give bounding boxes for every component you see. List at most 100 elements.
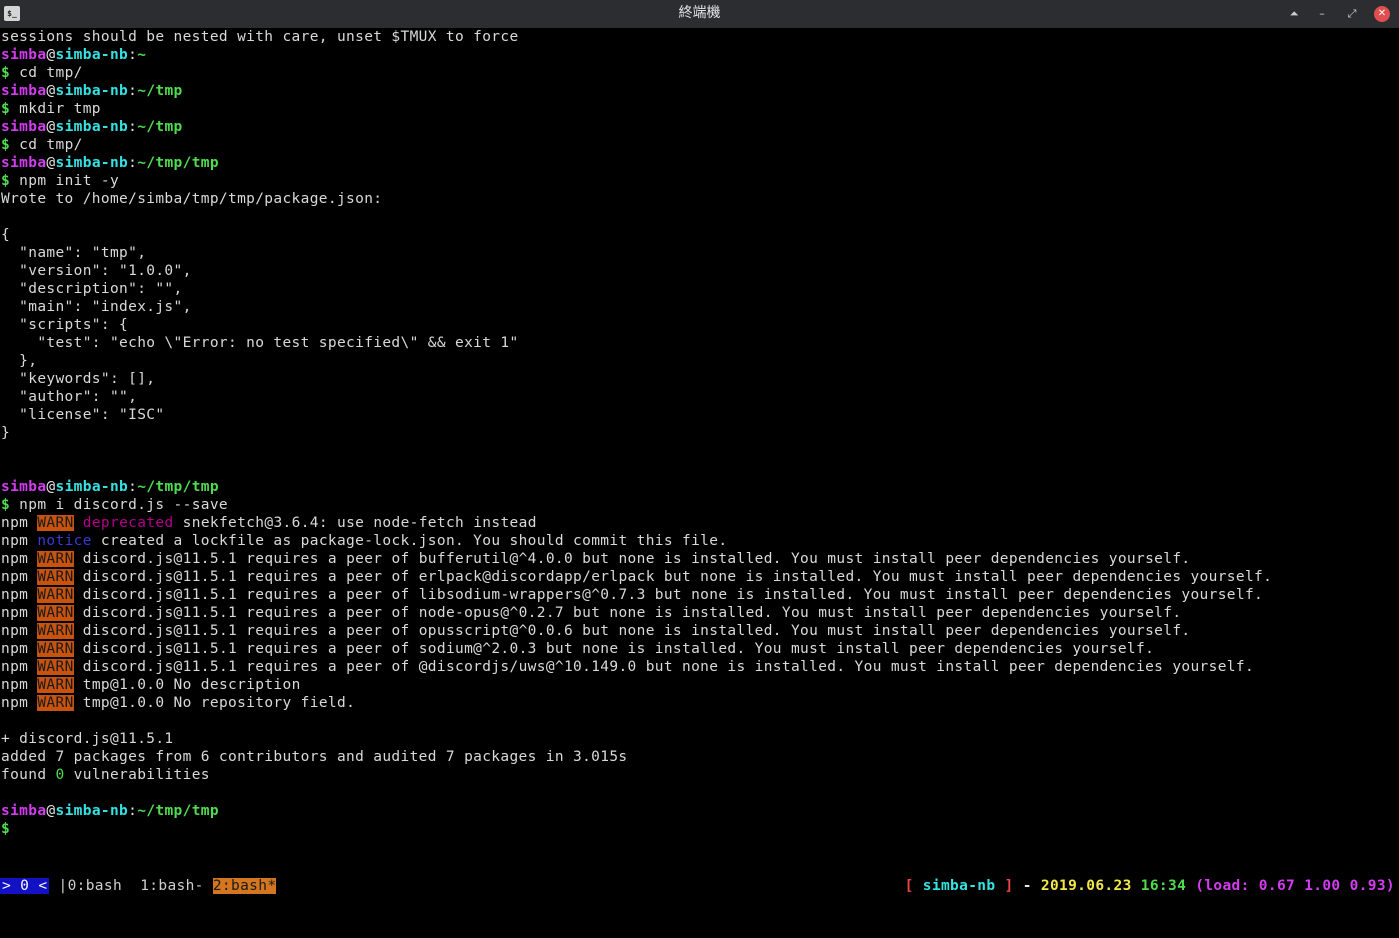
prompt-dollar: $ [1,821,11,837]
maximize-button[interactable]: ⤢ [1344,6,1360,22]
command-line[interactable]: $ [0,820,1399,838]
deprecated-label: deprecated [82,515,174,531]
npm-warn-line: npm WARN tmp@1.0.0 No description [0,676,1399,694]
warn-message: discord.js@11.5.1 requires a peer of @di… [73,659,1255,675]
json-line: } [1,425,11,441]
close-button[interactable]: ✕ [1374,6,1390,22]
command-text: npm i discord.js --save [10,497,229,513]
status-bracket-close: ] [995,878,1014,894]
prompt-user: simba [1,83,47,99]
terminal-output[interactable]: sessions should be nested with care, uns… [0,28,1399,872]
npm-notice-line: npm notice created a lockfile as package… [0,532,1399,550]
warn-badge: WARN [37,587,74,603]
tmux-window-1[interactable]: 1:bash- [131,878,213,894]
notice-label: notice [37,533,92,549]
warn-message: discord.js@11.5.1 requires a peer of nod… [73,605,1182,621]
command-line: $ cd tmp/ [0,136,1399,154]
npm-prefix: npm [1,659,29,675]
warn-badge: WARN [37,569,74,585]
warn-message: tmp@1.0.0 No description [73,677,301,693]
terminal-line: sessions should be nested with care, uns… [1,29,519,45]
status-load: (load: 0.67 1.00 0.93) [1186,878,1395,894]
json-line: "test": "echo \"Error: no test specified… [1,335,519,351]
prompt-at: @ [46,155,56,171]
notice-message: created a lockfile as package-lock.json.… [91,533,728,549]
prompt-user: simba [1,803,47,819]
prompt-line: simba@simba-nb:~/tmp/tmp [0,478,1399,496]
npm-warn-line: npm WARN discord.js@11.5.1 requires a pe… [0,604,1399,622]
prompt-dollar: $ [1,137,11,153]
prompt-path: ~/tmp/tmp [137,479,219,495]
json-line: "keywords": [], [1,371,156,387]
status-bracket-open: [ [904,878,923,894]
npm-prefix: npm [1,695,29,711]
warn-badge: WARN [37,515,74,531]
json-line: { [1,227,11,243]
tmux-window-2-active[interactable]: 2:bash* [212,878,277,894]
prompt-dollar: $ [1,497,11,513]
minimize-button[interactable]: – [1314,6,1330,22]
prompt-line: simba@simba-nb:~/tmp [0,118,1399,136]
prompt-path: ~/tmp [137,119,183,135]
npm-warn-line: npm WARN discord.js@11.5.1 requires a pe… [0,568,1399,586]
json-line: "main": "index.js", [1,299,192,315]
npm-warn-line: npm WARN discord.js@11.5.1 requires a pe… [0,622,1399,640]
prompt-path: ~ [137,47,147,63]
npm-prefix: npm [1,533,29,549]
command-line: $ npm init -y [0,172,1399,190]
prompt-dollar: $ [1,173,11,189]
json-line: "name": "tmp", [1,245,147,261]
warn-badge: WARN [37,551,74,567]
prompt-path: ~/tmp [137,83,183,99]
prompt-at: @ [46,119,56,135]
command-line: $ mkdir tmp [0,100,1399,118]
npm-deprecated-line: npm WARN deprecated snekfetch@3.6.4: use… [0,514,1399,532]
prompt-at: @ [46,83,56,99]
status-time: 16:34 [1131,878,1187,894]
prompt-path: ~/tmp/tmp [137,803,219,819]
npm-warn-line: npm WARN discord.js@11.5.1 requires a pe… [0,550,1399,568]
prompt-sep: : [128,47,138,63]
warn-message: tmp@1.0.0 No repository field. [73,695,356,711]
tmux-window-list: > 0 < |0:bash 1:bash- 2:bash* [0,875,277,897]
json-line: "author": "", [1,389,138,405]
warn-badge: WARN [37,677,74,693]
prompt-host: simba-nb [55,47,129,63]
npm-prefix: npm [1,605,29,621]
command-text: npm init -y [10,173,120,189]
deprecated-message: snekfetch@3.6.4: use node-fetch instead [173,515,537,531]
npm-prefix: npm [1,569,29,585]
json-line: "license": "ISC" [1,407,165,423]
prompt-host: simba-nb [55,83,129,99]
tmux-session-indicator[interactable]: > 0 < [0,878,50,894]
status-dash: - [1013,878,1041,894]
npm-prefix: npm [1,623,29,639]
prompt-sep: : [128,479,138,495]
prompt-host: simba-nb [55,479,129,495]
output-line: + discord.js@11.5.1 [1,731,174,747]
npm-prefix: npm [1,515,29,531]
warn-badge: WARN [37,623,74,639]
json-line: "description": "", [1,281,183,297]
prompt-line: simba@simba-nb:~/tmp/tmp [0,154,1399,172]
npm-warn-line: npm WARN discord.js@11.5.1 requires a pe… [0,586,1399,604]
warn-badge: WARN [37,695,74,711]
json-line: "version": "1.0.0", [1,263,192,279]
command-text: mkdir tmp [10,101,101,117]
status-date: 2019.06.23 [1040,878,1132,894]
prompt-user: simba [1,119,47,135]
window-title: 終端機 [678,5,721,21]
prompt-user: simba [1,47,47,63]
json-line: "scripts": { [1,317,129,333]
command-line: $ cd tmp/ [0,64,1399,82]
tmux-window-0[interactable]: |0:bash [49,878,131,894]
npm-warn-line: npm WARN discord.js@11.5.1 requires a pe… [0,658,1399,676]
title-bar: $_ 終端機 ⏶ – ⤢ ✕ [0,0,1399,29]
prompt-sep: : [128,803,138,819]
prompt-dollar: $ [1,65,11,81]
shade-icon[interactable]: ⏶ [1286,6,1302,22]
prompt-at: @ [46,47,56,63]
prompt-line: simba@simba-nb:~/tmp [0,82,1399,100]
